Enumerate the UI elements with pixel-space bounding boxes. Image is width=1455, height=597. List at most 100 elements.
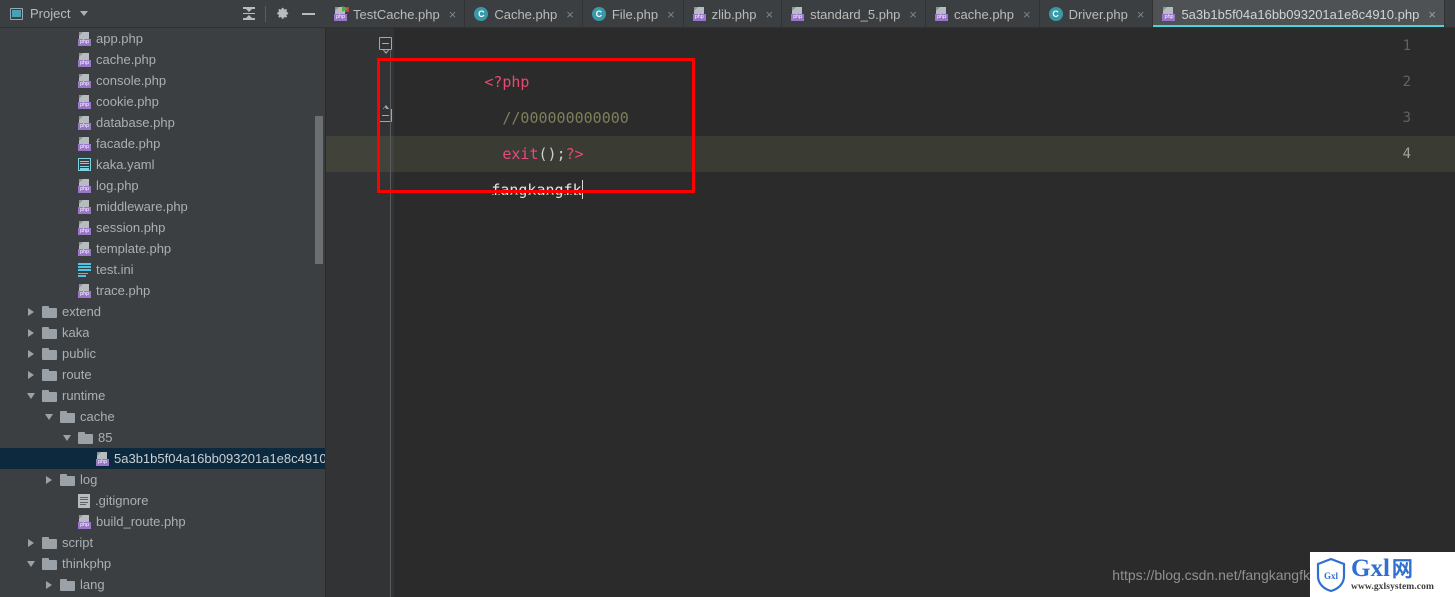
tree-node-label: .gitignore <box>95 493 149 508</box>
tree-node-label: 5a3b1b5f04a16bb093201a1e8c4910. <box>114 451 325 466</box>
tree-node-label: kaka <box>62 325 90 340</box>
hide-panel-button[interactable] <box>295 2 321 26</box>
chevron-down-icon[interactable] <box>26 390 37 401</box>
fold-region-start-icon[interactable] <box>377 37 394 54</box>
editor-tab[interactable]: C Driver.php × <box>1040 0 1154 27</box>
editor-tab[interactable]: php 5a3b1b5f04a16bb093201a1e8c4910.php × <box>1153 0 1445 27</box>
editor-tab[interactable]: C Cache.php × <box>465 0 583 27</box>
editor-tab[interactable]: php zlib.php × <box>684 0 783 27</box>
editor-tab-label: 5a3b1b5f04a16bb093201a1e8c4910.php <box>1181 6 1420 22</box>
tree-node[interactable]: .gitignore <box>0 490 325 511</box>
current-line-gutter-highlight <box>326 136 394 172</box>
watermark-brand-group: Gxl 网 www.gxlsystem.com <box>1351 556 1434 593</box>
folder-icon <box>42 536 57 549</box>
tree-node[interactable]: extend <box>0 301 325 322</box>
chevron-right-icon[interactable] <box>26 306 37 317</box>
folder-icon <box>42 368 57 381</box>
tree-node[interactable]: php 5a3b1b5f04a16bb093201a1e8c4910. <box>0 448 325 469</box>
watermark-brand: Gxl 网 <box>1351 556 1434 581</box>
close-icon[interactable]: × <box>909 8 917 21</box>
code-line-1: <?php <box>394 28 529 91</box>
editor-tab-label: TestCache.php <box>353 6 440 22</box>
tree-node-label: cookie.php <box>96 94 159 109</box>
editor-tab[interactable]: C File.php × <box>583 0 684 27</box>
watermark-site: www.gxlsystem.com <box>1351 582 1434 593</box>
folder-icon <box>42 305 57 318</box>
tree-node[interactable]: php log.php <box>0 175 325 196</box>
tree-node[interactable]: php console.php <box>0 70 325 91</box>
php-file-icon: php <box>78 199 91 214</box>
chevron-right-icon[interactable] <box>26 537 37 548</box>
close-icon[interactable]: × <box>449 8 457 21</box>
php-file-icon: php <box>96 451 109 466</box>
php-file-icon: php <box>692 7 706 21</box>
tree-node[interactable]: lang <box>0 574 325 595</box>
tree-node-label: route <box>62 367 92 382</box>
tree-node[interactable]: php database.php <box>0 112 325 133</box>
editor-tab[interactable]: php standard_5.php × <box>782 0 927 27</box>
php-file-icon: php <box>78 283 91 298</box>
folder-icon <box>42 347 57 360</box>
settings-button[interactable] <box>269 2 295 26</box>
close-icon[interactable]: × <box>765 8 773 21</box>
yaml-file-icon <box>78 158 91 171</box>
php-file-icon: php <box>78 514 91 529</box>
indent-guide <box>390 50 391 597</box>
tree-node[interactable]: cache <box>0 406 325 427</box>
collapse-all-button[interactable] <box>236 2 262 26</box>
chevron-down-icon[interactable] <box>80 11 89 16</box>
chevron-down-icon[interactable] <box>62 432 73 443</box>
close-icon[interactable]: × <box>1428 8 1436 21</box>
tree-node[interactable]: kaka <box>0 322 325 343</box>
tree-node[interactable]: test.ini <box>0 259 325 280</box>
chevron-down-icon[interactable] <box>44 411 55 422</box>
php-run-file-icon: php <box>334 6 349 21</box>
php-file-icon: php <box>78 178 91 193</box>
editor-tab-label: standard_5.php <box>810 6 901 22</box>
watermark-brand-text: Gxl <box>1351 555 1390 583</box>
close-icon[interactable]: × <box>667 8 675 21</box>
chevron-right-icon[interactable] <box>44 474 55 485</box>
tree-node[interactable]: php cache.php <box>0 49 325 70</box>
project-title-group[interactable]: Project <box>10 6 89 21</box>
tree-node[interactable]: route <box>0 364 325 385</box>
tree-node[interactable]: kaka.yaml <box>0 154 325 175</box>
tree-node[interactable]: runtime <box>0 385 325 406</box>
tree-node[interactable]: thinkphp <box>0 553 325 574</box>
editor-tab[interactable]: php cache.php × <box>926 0 1040 27</box>
sidebar-scrollbar-thumb[interactable] <box>315 116 323 264</box>
folder-icon <box>60 473 75 486</box>
chevron-down-icon[interactable] <box>26 558 37 569</box>
editor-tab-bar: php TestCache.php × C Cache.php × C File.php × ph… <box>325 0 1455 28</box>
tree-node[interactable]: php template.php <box>0 238 325 259</box>
tree-node-label: lang <box>80 577 105 592</box>
tree-node[interactable]: php app.php <box>0 28 325 49</box>
tree-node[interactable]: php session.php <box>0 217 325 238</box>
tree-node[interactable]: php facade.php <box>0 133 325 154</box>
fold-region-end-icon[interactable] <box>377 105 394 126</box>
tree-node[interactable]: 85 <box>0 427 325 448</box>
close-icon[interactable]: × <box>1023 8 1031 21</box>
editor-tab[interactable]: php TestCache.php × <box>325 0 466 27</box>
tree-node[interactable]: script <box>0 532 325 553</box>
folder-icon <box>42 326 57 339</box>
tree-node[interactable]: php cookie.php <box>0 91 325 112</box>
project-panel-header: Project <box>0 0 325 28</box>
close-icon[interactable]: × <box>1137 8 1145 21</box>
chevron-right-icon[interactable] <box>44 579 55 590</box>
tree-node-label: thinkphp <box>62 556 112 571</box>
editor-text-area[interactable]: <?php //000000000000 exit();?> fangkangf… <box>394 28 1455 597</box>
tree-node[interactable]: php build_route.php <box>0 511 325 532</box>
tree-node[interactable]: php middleware.php <box>0 196 325 217</box>
close-icon[interactable]: × <box>566 8 574 21</box>
editor-tab-label: Driver.php <box>1068 6 1128 22</box>
tree-node[interactable]: public <box>0 343 325 364</box>
project-file-tree: php app.php php cache.php php console.php php c… <box>0 28 325 595</box>
chevron-right-icon[interactable] <box>26 327 37 338</box>
tree-node-label: facade.php <box>96 136 161 151</box>
tree-node[interactable]: php trace.php <box>0 280 325 301</box>
chevron-right-icon[interactable] <box>26 369 37 380</box>
code-editor[interactable]: 1 2 3 4 <?php //000000000000 exit();?> f… <box>326 28 1455 597</box>
tree-node[interactable]: log <box>0 469 325 490</box>
chevron-right-icon[interactable] <box>26 348 37 359</box>
